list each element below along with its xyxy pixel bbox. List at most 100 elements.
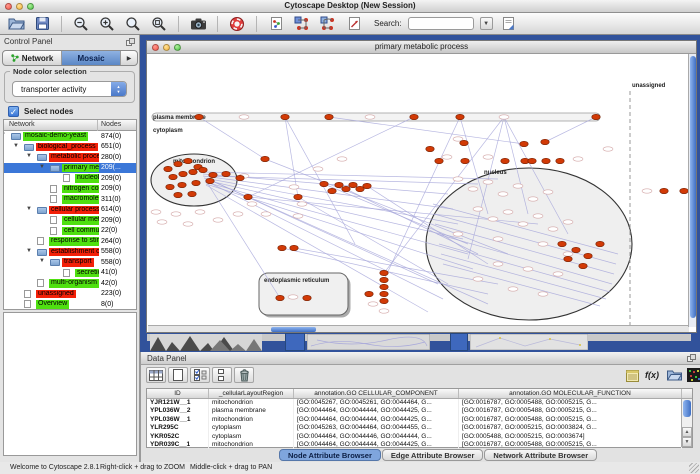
network-node[interactable] [365,291,373,296]
network-node[interactable] [276,295,284,300]
network-node[interactable] [363,183,371,188]
network-node[interactable] [278,245,286,250]
network-node[interactable] [584,253,592,258]
resize-grip[interactable] [689,463,699,473]
disclosure-triangle-icon[interactable]: ▼ [26,206,32,212]
table-row[interactable]: YJR121W__1mitochondrion[GO:0045267, GO:0… [147,399,692,407]
table-column-header[interactable]: _cellularLayoutRegion [209,389,294,398]
zoom-fit-icon[interactable] [149,15,169,33]
network-window-titlebar[interactable]: primary metabolic process [147,41,696,54]
network-node[interactable] [178,182,186,187]
disclosure-triangle-icon[interactable]: ▼ [13,143,19,149]
tree-row-unassigned[interactable]: unassigned223(0) [4,289,136,300]
network-node[interactable] [426,146,434,151]
table-scrollbar-thumb[interactable] [683,400,691,417]
network-node[interactable] [380,298,388,303]
table-column-header[interactable]: ID [147,389,209,398]
network-node[interactable] [380,284,388,289]
search-input[interactable] [408,17,474,30]
table-row[interactable]: YPL036W__2plasma membrane[GO:0044464, GO… [147,407,692,415]
table-column-header[interactable]: annotation.GO MOLECULAR_FUNCTION [459,389,682,398]
network-canvas[interactable]: plasma membranecytoplasmmitochondrionnuc… [148,54,689,327]
network-node[interactable] [294,194,302,199]
table-row[interactable]: YKR052Ccytoplasm[GO:0044464, GO:0044446,… [147,433,692,441]
network-node[interactable] [164,166,172,171]
network-node[interactable] [244,194,252,199]
snapshot-camera-icon[interactable] [188,15,208,33]
network-node[interactable] [320,181,328,186]
tree-row-macromolecule[interactable]: macromolecule311(0) [4,194,136,205]
network-node[interactable] [542,158,550,163]
tree-row-secretion[interactable]: secretion41(0) [4,268,136,279]
network-node[interactable] [303,295,311,300]
network-node[interactable] [572,247,580,252]
attribute-matrix-icon[interactable] [685,367,700,383]
tree-row-mosaic-demo-yeast[interactable]: ▼mosaic-demo-yeast874(0) [4,131,136,142]
tree-row-nucleobase-[interactable]: nucleobase-209(0) [4,173,136,184]
table-scrollbar[interactable]: ▲ ▼ [681,399,692,447]
network-node[interactable] [592,114,600,119]
network-node[interactable] [435,158,443,163]
tree-row-response-to-stimulu[interactable]: response to stimulu264(0) [4,236,136,247]
network-node[interactable] [188,191,196,196]
horizontal-scrollbar-thumb[interactable] [271,327,316,332]
network-node[interactable] [169,174,177,179]
horizontal-scrollbar[interactable] [148,325,689,332]
network-node[interactable] [328,188,336,193]
apply-vizmap-icon[interactable] [318,15,338,33]
search-configure-icon[interactable] [499,15,519,33]
network-node[interactable] [335,182,343,187]
network-node[interactable] [222,171,230,176]
network-node[interactable] [564,256,572,261]
network-node[interactable] [325,114,333,119]
select-nodes-checkbox[interactable]: ✓ [8,106,19,117]
network-node[interactable] [380,291,388,296]
apply-layout-icon[interactable] [292,15,312,33]
tree-row-biological-process[interactable]: ▼biological_process651(0) [4,142,136,153]
network-node[interactable] [410,114,418,119]
network-node[interactable] [528,158,536,163]
tab-mosaic[interactable]: Mosaic [62,51,121,65]
tree-row-transport[interactable]: ▼transport558(0) [4,257,136,268]
vertical-scrollbar-thumb[interactable] [690,56,696,318]
search-dropdown-arrow[interactable]: ▼ [480,17,493,30]
network-node[interactable] [680,188,688,193]
network-node[interactable] [456,114,464,119]
node-color-dropdown[interactable]: transporter activity ▲▼ [12,81,127,97]
network-node[interactable] [380,277,388,282]
network-node[interactable] [189,169,197,174]
disclosure-triangle-icon[interactable]: ▼ [3,132,6,138]
tree-column-network[interactable]: Network [9,121,35,128]
tree-row-multi-organism-pro[interactable]: multi-organism pro42(0) [4,278,136,289]
network-node[interactable] [184,158,192,163]
network-node[interactable] [349,182,357,187]
tree-row-overview[interactable]: Overview8(0) [4,299,136,310]
import-network-icon[interactable] [266,15,286,33]
new-attribute-icon[interactable] [168,367,188,383]
network-node[interactable] [556,158,564,163]
table-row[interactable]: YLR295Ccytoplasm[GO:0045263, GO:0044464,… [147,424,692,432]
network-node[interactable] [195,114,203,119]
network-node[interactable] [179,171,187,176]
network-node[interactable] [342,186,350,191]
tree-row-cell-communicat[interactable]: cell communicat22(0) [4,226,136,237]
function-builder-icon[interactable]: f(x) [643,367,661,383]
delete-attribute-icon[interactable] [234,367,254,383]
network-node[interactable] [236,175,244,180]
network-node[interactable] [192,180,200,185]
tree-row-cellular-metabo[interactable]: cellular metabo209(0) [4,215,136,226]
network-node[interactable] [660,188,668,193]
network-node[interactable] [380,270,388,275]
select-all-attributes-icon[interactable] [190,367,210,383]
network-node[interactable] [261,156,269,161]
disclosure-triangle-icon[interactable]: ▼ [39,164,45,170]
disclosure-triangle-icon[interactable]: ▼ [39,258,45,264]
zoom-selected-icon[interactable] [123,15,143,33]
open-file-icon[interactable] [6,15,26,33]
tree-row-primary-metabo[interactable]: ▼primary metabo209(... [4,163,136,174]
float-panel-icon[interactable] [126,38,135,46]
network-node[interactable] [460,140,468,145]
tab-node-attribute-browser[interactable]: Node Attribute Browser [279,449,381,461]
network-node[interactable] [461,158,469,163]
network-node[interactable] [290,245,298,250]
